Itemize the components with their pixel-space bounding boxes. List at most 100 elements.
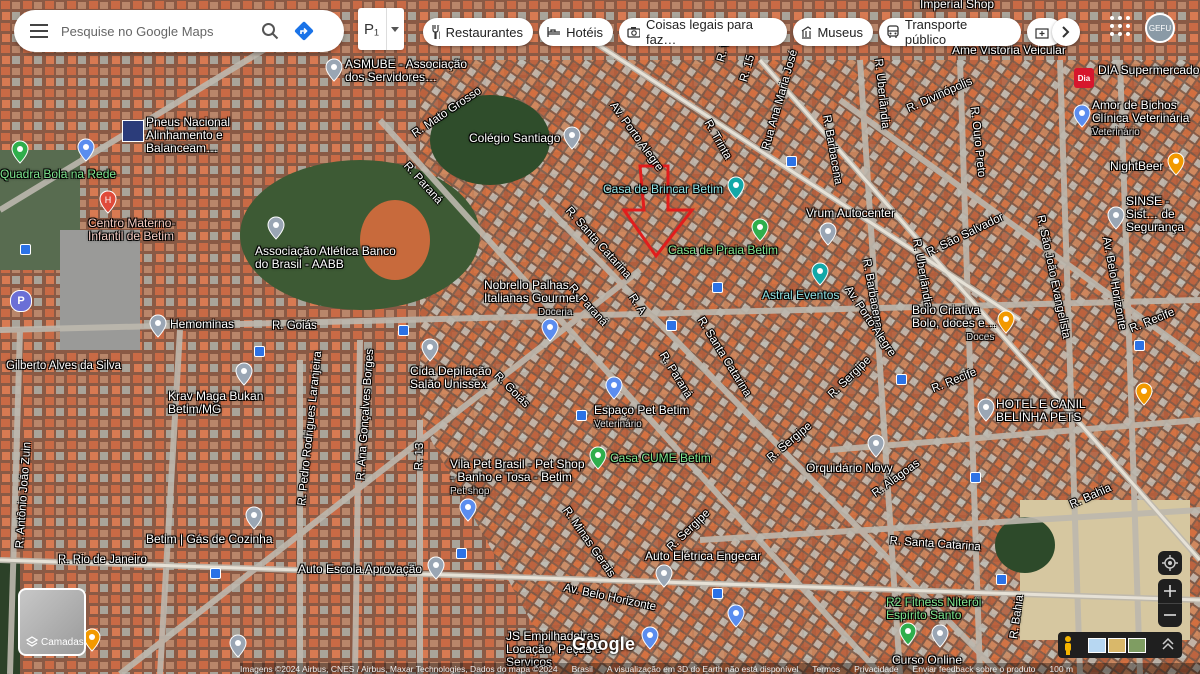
- imagery-thumb[interactable]: [1088, 638, 1106, 653]
- map-pin-icon[interactable]: [420, 338, 440, 362]
- place-label[interactable]: Espaço Pet Betim: [594, 403, 689, 417]
- place-label[interactable]: Orquidário Novy: [806, 461, 893, 475]
- map-pin-icon[interactable]: [640, 626, 660, 650]
- pegman-icon[interactable]: [1062, 635, 1074, 655]
- place-label[interactable]: Betim | Gás de Cozinha: [146, 532, 273, 546]
- terms-link[interactable]: Termos: [812, 664, 840, 674]
- place-label[interactable]: Colégio Santiago: [469, 131, 560, 145]
- layers-button[interactable]: Camadas: [18, 588, 86, 656]
- place-label[interactable]: Associação Atlética Banco do Brasil - AA…: [255, 244, 405, 271]
- map-pin-icon[interactable]: [76, 138, 96, 162]
- place-label[interactable]: Cida Depilação Salão Unissex: [410, 364, 500, 391]
- place-label[interactable]: Auto Elétrica Engecar: [645, 549, 761, 563]
- zoom-out-button[interactable]: [1158, 602, 1182, 628]
- place-label[interactable]: Hemominas: [170, 317, 234, 331]
- place-label[interactable]: Krav Maga Bukan Betim/MG: [168, 389, 268, 416]
- chip-hoteis[interactable]: Hotéis: [539, 18, 613, 46]
- imagery-thumb[interactable]: [1108, 638, 1126, 653]
- parking-icon[interactable]: P: [10, 290, 32, 312]
- map-pin-icon[interactable]: [604, 376, 624, 400]
- directions-button[interactable]: [287, 14, 321, 48]
- search-button[interactable]: [253, 14, 287, 48]
- place-selector[interactable]: P₁: [358, 8, 404, 50]
- bus-stop-icon[interactable]: [896, 374, 907, 385]
- dropdown-caret[interactable]: [386, 8, 403, 50]
- map-pin-icon[interactable]: [1134, 382, 1154, 406]
- bus-stop-icon[interactable]: [398, 325, 409, 336]
- map-pin-icon[interactable]: [810, 262, 830, 286]
- bus-stop-icon[interactable]: [20, 244, 31, 255]
- bus-stop-icon[interactable]: [786, 156, 797, 167]
- bus-stop-icon[interactable]: [970, 472, 981, 483]
- imagery-thumb[interactable]: [1128, 638, 1146, 653]
- bus-stop-icon[interactable]: [576, 410, 587, 421]
- chips-next-button[interactable]: [1052, 18, 1080, 46]
- place-label[interactable]: Casa de Brincar Betim: [603, 182, 723, 196]
- business-logo-marker[interactable]: [122, 120, 144, 142]
- scale-label[interactable]: 100 m: [1049, 664, 1073, 674]
- map-pin-icon[interactable]: [976, 398, 996, 422]
- map-pin-icon[interactable]: [10, 140, 30, 164]
- my-location-button[interactable]: [1158, 551, 1182, 575]
- place-label[interactable]: R2 Fitness Niterói Espírito Santo: [886, 595, 996, 622]
- bus-stop-icon[interactable]: [1134, 340, 1145, 351]
- account-avatar[interactable]: GEFU: [1145, 13, 1175, 43]
- map-pin-icon[interactable]: [1106, 206, 1126, 230]
- place-label[interactable]: Auto Escola Aprovação: [298, 562, 422, 576]
- chip-restaurantes[interactable]: Restaurantes: [423, 18, 533, 46]
- map-pin-icon[interactable]: [726, 604, 746, 628]
- map-pin-icon[interactable]: [930, 624, 950, 648]
- bus-stop-icon[interactable]: [712, 588, 723, 599]
- place-label[interactable]: Astral Eventos: [762, 288, 839, 302]
- map-pin-icon[interactable]: [1072, 104, 1092, 128]
- place-label[interactable]: Imperial Shop: [920, 0, 994, 11]
- map-pin-icon[interactable]: [148, 314, 168, 338]
- bus-stop-icon[interactable]: [254, 346, 265, 357]
- privacy-link[interactable]: Privacidade: [854, 664, 898, 674]
- satellite-map[interactable]: Av. Porto Alegre R. Mato Grosso R. Paran…: [0, 0, 1200, 674]
- zoom-in-button[interactable]: [1164, 579, 1176, 603]
- map-pin-icon[interactable]: [750, 218, 770, 242]
- place-label[interactable]: Quadra Bola na Rede: [0, 167, 116, 181]
- google-apps-icon[interactable]: [1108, 14, 1132, 38]
- map-pin-icon[interactable]: [228, 634, 248, 658]
- bus-stop-icon[interactable]: [666, 320, 677, 331]
- map-pin-icon[interactable]: [996, 310, 1016, 334]
- map-pin-icon[interactable]: [234, 362, 254, 386]
- map-pin-icon[interactable]: [726, 176, 746, 200]
- chip-coisas-legais[interactable]: Coisas legais para faz…: [619, 17, 787, 47]
- chevron-up-icon[interactable]: [1162, 638, 1174, 650]
- search-input[interactable]: [59, 22, 253, 40]
- place-label[interactable]: DIA Supermercado: [1098, 63, 1199, 77]
- place-label[interactable]: Centro Materno-Infantil de Betim: [88, 216, 198, 243]
- country-label[interactable]: Brasil: [572, 664, 593, 674]
- menu-button[interactable]: [19, 10, 59, 52]
- map-pin-icon[interactable]: [866, 434, 886, 458]
- map-pin-icon[interactable]: [324, 58, 344, 82]
- map-pin-icon[interactable]: [818, 222, 838, 246]
- chip-museus[interactable]: Museus: [793, 18, 873, 46]
- place-label[interactable]: Casa CUME Betim: [610, 451, 711, 465]
- map-pin-icon[interactable]: [1166, 152, 1186, 176]
- place-label[interactable]: Bolo Criativa Bolo, doces e…: [912, 303, 1002, 330]
- bus-stop-icon[interactable]: [996, 574, 1007, 585]
- map-pin-icon[interactable]: [588, 446, 608, 470]
- place-label[interactable]: Vila Pet Brasil - Pet Shop - Banho e Tos…: [450, 457, 590, 484]
- map-pin-icon[interactable]: [458, 498, 478, 522]
- place-label[interactable]: Vrum Autocenter: [806, 206, 895, 220]
- map-pin-icon[interactable]: [540, 318, 560, 342]
- bus-stop-icon[interactable]: [456, 548, 467, 559]
- map-pin-icon[interactable]: [562, 126, 582, 150]
- place-label[interactable]: ASMUBE - Associação dos Servidores…: [345, 57, 475, 84]
- place-label[interactable]: Pneus Nacional Alinhamento e Balanceam…: [146, 115, 296, 156]
- map-pin-icon[interactable]: [426, 556, 446, 580]
- place-label[interactable]: Nobrello Palhas Italianas Gourmet: [484, 278, 584, 305]
- place-label[interactable]: SINSE - Sist… de Segurança: [1126, 194, 1200, 235]
- bus-stop-icon[interactable]: [712, 282, 723, 293]
- map-pin-icon[interactable]: [898, 622, 918, 646]
- place-label[interactable]: Casa de Praia Betim: [668, 243, 778, 257]
- place-label[interactable]: NightBeer: [1110, 159, 1163, 173]
- chip-transporte-publico[interactable]: Transporte público: [879, 17, 1021, 47]
- place-label[interactable]: HOTEL E CANIL BELINHA PETS: [996, 397, 1096, 424]
- feedback-link[interactable]: Enviar feedback sobre o produto: [913, 664, 1036, 674]
